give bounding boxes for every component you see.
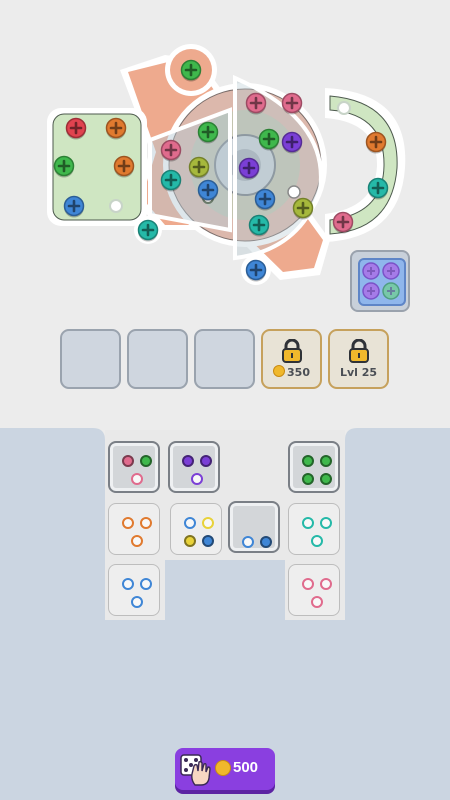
empty-hole-blue (242, 536, 254, 548)
screw-green (140, 455, 152, 467)
locked-slot-coins[interactable]: 350 (261, 329, 322, 389)
empty-hole-blue (131, 596, 143, 608)
screw-green[interactable] (197, 121, 219, 144)
screw-red[interactable] (65, 117, 87, 140)
screw-green[interactable] (53, 155, 75, 178)
screw-purple (182, 455, 194, 467)
locked-slot-level[interactable]: Lvl 25 (328, 329, 389, 389)
screw-orange[interactable] (365, 131, 387, 154)
empty-hole-orange (122, 517, 134, 529)
empty-hole (109, 199, 123, 213)
screw-blue (260, 536, 272, 548)
screw-box[interactable] (170, 503, 222, 555)
dice-hand-icon (180, 754, 211, 786)
empty-hole-pink (302, 578, 314, 590)
empty-hole-pink (131, 473, 143, 485)
four-screws-box-icon (358, 258, 406, 306)
box-tray (0, 428, 450, 800)
screw-blue[interactable] (245, 259, 267, 282)
empty-hole-teal (320, 517, 332, 529)
empty-hole-purple (191, 473, 203, 485)
empty-hole-teal (302, 517, 314, 529)
empty-hole-pink (311, 596, 323, 608)
screw-green (320, 473, 332, 485)
screw-yellow (184, 535, 196, 547)
screw-green[interactable] (258, 128, 280, 151)
booster-box[interactable] (350, 250, 410, 312)
screw-box[interactable] (108, 503, 160, 555)
screw-purple[interactable] (281, 131, 303, 154)
screw-orange[interactable] (113, 155, 135, 178)
slot-price: 350 (287, 366, 310, 379)
screw-box[interactable] (108, 441, 160, 493)
empty-hole-blue (140, 578, 152, 590)
screw-blue[interactable] (254, 188, 276, 211)
screw-box[interactable] (288, 503, 340, 555)
screw-box[interactable] (288, 564, 340, 616)
screw-box[interactable] (168, 441, 220, 493)
screw-olive[interactable] (188, 156, 210, 179)
screw-pink[interactable] (332, 211, 354, 234)
empty-hole-teal (311, 535, 323, 547)
lock-icon (348, 339, 369, 363)
empty-hole-orange (131, 535, 143, 547)
screw-teal[interactable] (248, 214, 270, 237)
empty-hole-orange (140, 517, 152, 529)
empty-slot (194, 329, 255, 389)
screw-blue[interactable] (63, 195, 85, 218)
empty-hole (337, 101, 351, 115)
screw-pink[interactable] (281, 92, 303, 115)
screw-pink[interactable] (245, 92, 267, 115)
screw-pink[interactable] (160, 139, 182, 162)
screw-green (302, 455, 314, 467)
screw-purple[interactable] (238, 157, 260, 180)
screw-olive[interactable] (292, 197, 314, 220)
screw-blue (202, 535, 214, 547)
slot-level-label: Lvl 25 (339, 366, 378, 379)
screw-green (320, 455, 332, 467)
coin-icon (215, 760, 231, 776)
empty-hole-blue (122, 578, 134, 590)
empty-slot (60, 329, 121, 389)
screw-teal[interactable] (160, 169, 182, 192)
screw-orange[interactable] (105, 117, 127, 140)
buy-box-button[interactable]: 500 (175, 748, 275, 790)
coin-icon (273, 365, 286, 377)
screw-green (302, 473, 314, 485)
screw-teal[interactable] (137, 219, 159, 242)
screw-purple (200, 455, 212, 467)
screw-teal[interactable] (367, 177, 389, 200)
screw-box[interactable] (228, 501, 280, 553)
lock-icon (281, 339, 302, 363)
screw-green[interactable] (180, 59, 202, 82)
empty-hole (287, 185, 301, 199)
screw-box[interactable] (108, 564, 160, 616)
empty-hole-yellow (202, 517, 214, 529)
screw-pink (122, 455, 134, 467)
empty-hole-pink (320, 578, 332, 590)
screw-box[interactable] (288, 441, 340, 493)
buy-price: 500 (233, 759, 259, 776)
empty-slot (127, 329, 188, 389)
empty-hole-blue (184, 517, 196, 529)
screw-blue[interactable] (197, 179, 219, 202)
